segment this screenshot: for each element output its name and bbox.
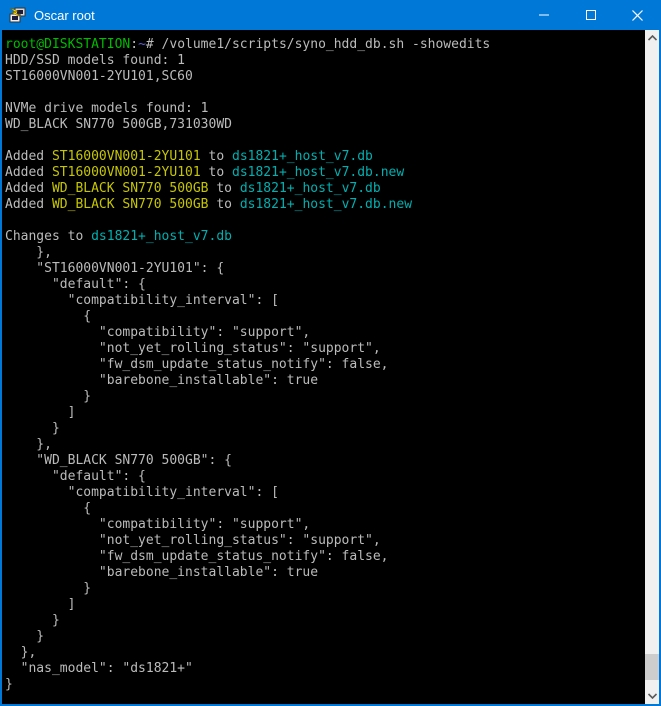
- terminal-output[interactable]: root@DISKSTATION:~# /volume1/scripts/syn…: [2, 30, 645, 704]
- terminal-line: [5, 133, 645, 149]
- terminal-line: NVMe drive models found: 1: [5, 101, 645, 117]
- terminal-line: },: [5, 245, 645, 261]
- window-content: root@DISKSTATION:~# /volume1/scripts/syn…: [2, 30, 659, 704]
- terminal-line: "fw_dsm_update_status_notify": false,: [5, 549, 645, 565]
- terminal-line: {: [5, 501, 645, 517]
- close-button[interactable]: [614, 0, 661, 30]
- terminal-line: ]: [5, 405, 645, 421]
- terminal-line: ]: [5, 597, 645, 613]
- terminal-line: "barebone_installable": true: [5, 565, 645, 581]
- terminal-line: "default": {: [5, 277, 645, 293]
- terminal-line: "not_yet_rolling_status": "support",: [5, 341, 645, 357]
- terminal-line: "nas_model": "ds1821+": [5, 661, 645, 677]
- terminal-window: Oscar root root@DISKSTATION:~# /vo: [0, 0, 661, 706]
- scroll-up-button[interactable]: [645, 30, 659, 46]
- putty-icon: [8, 6, 26, 24]
- terminal-line: {: [5, 309, 645, 325]
- terminal-line: }: [5, 677, 645, 693]
- terminal-line: Added WD_BLACK SN770 500GB to ds1821+_ho…: [5, 181, 645, 197]
- window-title: Oscar root: [34, 8, 95, 23]
- terminal-line: "compatibility_interval": [: [5, 485, 645, 501]
- terminal-line: },: [5, 645, 645, 661]
- terminal-line: root@DISKSTATION:~# /volume1/scripts/syn…: [5, 37, 645, 53]
- terminal-line: [5, 85, 645, 101]
- terminal-line: Added ST16000VN001-2YU101 to ds1821+_hos…: [5, 165, 645, 181]
- terminal-line: "compatibility": "support",: [5, 325, 645, 341]
- scrollbar[interactable]: [645, 30, 659, 704]
- terminal-line: "not_yet_rolling_status": "support",: [5, 533, 645, 549]
- minimize-button[interactable]: [520, 0, 567, 30]
- terminal-line: "WD_BLACK SN770 500GB": {: [5, 453, 645, 469]
- terminal-line: }: [5, 613, 645, 629]
- maximize-icon: [586, 10, 596, 20]
- terminal-line: }: [5, 389, 645, 405]
- terminal-line: }: [5, 581, 645, 597]
- terminal-line: HDD/SSD models found: 1: [5, 53, 645, 69]
- terminal-line: WD_BLACK SN770 500GB,731030WD: [5, 117, 645, 133]
- terminal-line: "ST16000VN001-2YU101": {: [5, 261, 645, 277]
- minimize-icon: [539, 10, 549, 20]
- terminal-line: }: [5, 629, 645, 645]
- close-icon: [632, 10, 643, 21]
- terminal-line: Added ST16000VN001-2YU101 to ds1821+_hos…: [5, 149, 645, 165]
- terminal-line: "compatibility_interval": [: [5, 293, 645, 309]
- chevron-up-icon: [648, 35, 657, 41]
- terminal-line: "fw_dsm_update_status_notify": false,: [5, 357, 645, 373]
- terminal-line: "default": {: [5, 469, 645, 485]
- scroll-down-button[interactable]: [645, 688, 659, 704]
- maximize-button[interactable]: [567, 0, 614, 30]
- titlebar[interactable]: Oscar root: [0, 0, 661, 30]
- terminal-line: ST16000VN001-2YU101,SC60: [5, 69, 645, 85]
- terminal-line: "compatibility": "support",: [5, 517, 645, 533]
- terminal-line: "barebone_installable": true: [5, 373, 645, 389]
- terminal-line: }: [5, 421, 645, 437]
- terminal-line: [5, 213, 645, 229]
- chevron-down-icon: [648, 693, 657, 699]
- scrollbar-track[interactable]: [645, 46, 659, 688]
- window-controls: [520, 0, 661, 30]
- terminal-line: Added WD_BLACK SN770 500GB to ds1821+_ho…: [5, 197, 645, 213]
- scrollbar-thumb[interactable]: [645, 654, 659, 680]
- terminal-line: },: [5, 437, 645, 453]
- terminal-line: Changes to ds1821+_host_v7.db: [5, 229, 645, 245]
